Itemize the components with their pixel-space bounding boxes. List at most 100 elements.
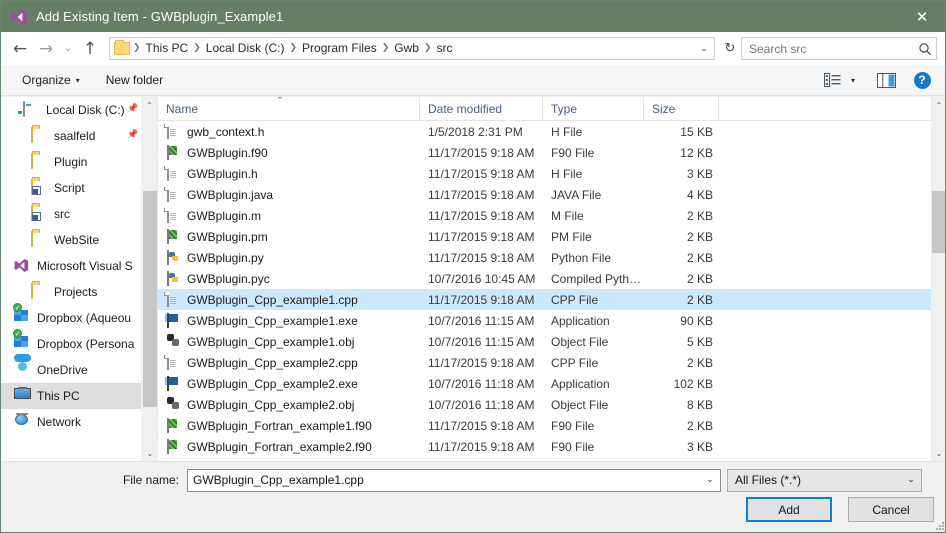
organize-menu[interactable]: Organize ▾ <box>15 70 87 90</box>
scrollbar-thumb[interactable] <box>143 191 157 407</box>
sidebar-item-onedrive[interactable]: OneDrive <box>1 353 141 383</box>
pin-icon[interactable]: 📌 <box>127 104 138 115</box>
table-row[interactable]: GWBplugin.java 11/17/2015 9:18 AM JAVA Fil… <box>158 184 945 205</box>
python-file-icon <box>166 271 180 286</box>
sidebar-item-src[interactable]: src <box>1 201 141 227</box>
close-button[interactable]: ✕ <box>899 1 945 32</box>
column-header-date-modified[interactable]: Date modified <box>420 97 543 120</box>
sidebar-item-microsoft-visual-s[interactable]: Microsoft Visual S <box>1 253 141 279</box>
file-type-cell: H File <box>551 124 583 139</box>
organize-label: Organize <box>22 73 71 87</box>
breadcrumb-separator-4: ❯ <box>423 43 432 53</box>
scroll-down-arrow-icon[interactable]: ⌄ <box>142 445 158 461</box>
chevron-down-icon[interactable]: ⌄ <box>903 475 919 485</box>
sidebar-item-local-disk-c[interactable]: Local Disk (C:) 📌 <box>1 97 141 123</box>
table-row[interactable]: GWBplugin.h 11/17/2015 9:18 AM H File 3 KB <box>158 163 945 184</box>
drive-icon <box>18 100 40 119</box>
add-button[interactable]: Add <box>746 497 832 522</box>
pin-icon[interactable]: 📌 <box>127 130 138 141</box>
sidebar-item-label: Plugin <box>54 155 88 169</box>
table-row[interactable]: GWBplugin_Cpp_example2.obj 10/7/2016 11:1… <box>158 394 945 415</box>
application-icon <box>165 313 180 328</box>
sidebar-item-website[interactable]: WebSite <box>1 227 141 253</box>
file-size-cell: 15 KB <box>680 124 713 139</box>
column-header-size[interactable]: Size <box>644 97 719 120</box>
sidebar-item-label: Projects <box>54 285 98 299</box>
file-size-cell: 2 KB <box>686 271 713 286</box>
file-name-text: GWBplugin_Cpp_example2.cpp <box>187 355 358 370</box>
navigation-bar: ← → ⌄ ↑ ❯ This PC ❯ Local Disk (C:) ❯ Pr… <box>1 32 945 65</box>
table-row[interactable]: GWBplugin_Cpp_example1.obj 10/7/2016 11:1… <box>158 331 945 352</box>
file-type-cell: F90 File <box>551 439 595 454</box>
table-row[interactable]: GWBplugin.pm 11/17/2015 9:18 AM PM File 2 K… <box>158 226 945 247</box>
sidebar-item-dropbox-aqueou[interactable]: ✓ Dropbox (Aqueou <box>1 302 141 331</box>
new-folder-button[interactable]: New folder <box>99 70 170 90</box>
scroll-up-arrow-icon[interactable]: ⌃ <box>142 97 157 113</box>
help-button[interactable]: ? <box>909 68 935 92</box>
sidebar-item-label: Dropbox (Aqueou <box>37 311 132 325</box>
forward-arrow-icon[interactable]: → <box>33 36 59 62</box>
change-view-button[interactable] <box>819 68 845 92</box>
breadcrumb-src[interactable]: src <box>432 38 456 59</box>
sidebar-item-label: WebSite <box>54 233 100 247</box>
table-row[interactable]: GWBplugin.pyc 10/7/2016 10:45 AM Compiled … <box>158 268 945 289</box>
table-row[interactable]: GWBplugin.m 11/17/2015 9:18 AM M File 2 KB <box>158 205 945 226</box>
back-arrow-icon[interactable]: ← <box>7 36 33 62</box>
file-type-cell: F90 File <box>551 145 595 160</box>
recent-locations-icon[interactable]: ⌄ <box>59 36 77 62</box>
breadcrumb-program-files[interactable]: Program Files <box>298 38 381 59</box>
sidebar-item-script[interactable]: Script <box>1 175 141 201</box>
resize-grip[interactable] <box>935 521 944 530</box>
file-date-cell: 11/17/2015 9:18 AM <box>428 208 535 223</box>
file-name-text: GWBplugin_Cpp_example2.obj <box>187 397 355 412</box>
sidebar-item-label: OneDrive <box>37 363 88 377</box>
filename-input[interactable]: GWBplugin_Cpp_example1.cpp ⌄ <box>187 468 721 492</box>
address-bar[interactable]: ❯ This PC ❯ Local Disk (C:) ❯ Program Fi… <box>109 37 715 60</box>
scrollbar-thumb[interactable] <box>932 191 945 253</box>
table-row[interactable]: GWBplugin_Cpp_example1.cpp 11/17/2015 9:1… <box>158 289 945 310</box>
column-header-type[interactable]: Type <box>543 97 644 120</box>
sidebar-item-projects[interactable]: Projects <box>1 279 141 305</box>
refresh-icon[interactable]: ↻ <box>719 37 741 61</box>
table-row[interactable]: GWBplugin.f90 11/17/2015 9:18 AM F90 File 1… <box>158 142 945 163</box>
sidebar-item-saalfeld[interactable]: saalfeld 📌 <box>1 123 141 149</box>
table-row[interactable]: GWBplugin.py 11/17/2015 9:18 AM Python Fil… <box>158 247 945 268</box>
up-arrow-icon[interactable]: ↑ <box>77 36 103 62</box>
chevron-down-icon: ▾ <box>850 75 855 85</box>
view-dropdown-button[interactable]: ▾ <box>845 68 861 92</box>
sidebar-item-this-pc[interactable]: This PC <box>1 383 141 409</box>
file-list-scrollbar[interactable]: ⌃ ⌄ <box>931 97 945 461</box>
file-name-text: GWBplugin.f90 <box>187 145 268 160</box>
navigation-tree: Local Disk (C:) 📌 saalfeld 📌 Plugin Script src… <box>1 97 141 435</box>
table-row[interactable]: GWBplugin_Cpp_example2.cpp 11/17/2015 9:1… <box>158 352 945 373</box>
table-row[interactable]: GWBplugin_Cpp_example1.exe 10/7/2016 11:1… <box>158 310 945 331</box>
table-row[interactable]: GWBplugin_Cpp_example2.exe 10/7/2016 11:1… <box>158 373 945 394</box>
scroll-up-arrow-icon[interactable]: ⌃ <box>931 97 945 113</box>
breadcrumb-gwb[interactable]: Gwb <box>390 38 423 59</box>
chevron-down-icon[interactable]: ⌄ <box>702 475 718 485</box>
search-input[interactable]: Search src <box>741 37 937 60</box>
file-type-cell: H File <box>551 166 583 181</box>
preview-pane-button[interactable] <box>873 68 899 92</box>
scroll-down-arrow-icon[interactable]: ⌄ <box>931 445 945 461</box>
file-type-filter-select[interactable]: All Files (*.*) ⌄ <box>727 468 922 492</box>
document-file-icon <box>166 292 180 307</box>
chevron-down-icon[interactable]: ⌄ <box>696 44 712 54</box>
breadcrumb-this-pc[interactable]: This PC <box>142 38 193 59</box>
sidebar-item-plugin[interactable]: Plugin <box>1 149 141 175</box>
column-header-name[interactable]: Name ⌃ <box>158 97 420 120</box>
column-header-filler <box>719 97 945 120</box>
file-name-cell: GWBplugin_Cpp_example1.exe <box>158 313 420 328</box>
table-row[interactable]: gwb_context.h 1/5/2018 2:31 PM H File 15 KB <box>158 121 945 142</box>
cancel-button[interactable]: Cancel <box>848 497 934 522</box>
sidebar-item-network[interactable]: Network <box>1 409 141 435</box>
file-date-cell: 11/17/2015 9:18 AM <box>428 355 535 370</box>
visual-studio-icon <box>10 8 28 26</box>
table-row[interactable]: GWBplugin_Fortran_example2.f90 11/17/2015… <box>158 436 945 457</box>
title-bar: Add Existing Item - GWBplugin_Example1 ✕ <box>1 1 945 32</box>
navigation-pane-scrollbar[interactable]: ⌃ ⌄ <box>141 97 158 461</box>
chevron-down-icon: ▾ <box>75 75 80 85</box>
breadcrumb-local-disk[interactable]: Local Disk (C:) <box>202 38 289 59</box>
table-row[interactable]: GWBplugin_Fortran_example1.f90 11/17/2015… <box>158 415 945 436</box>
help-icon: ? <box>913 71 931 89</box>
